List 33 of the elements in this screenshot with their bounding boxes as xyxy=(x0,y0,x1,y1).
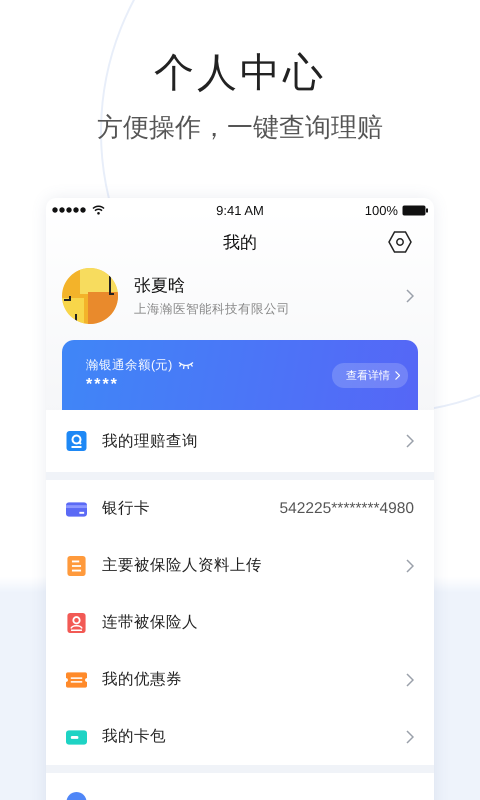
menu-label: 我的优惠券 xyxy=(102,670,183,690)
company-name: 上海瀚医智能科技有限公司 xyxy=(134,301,291,318)
person-icon xyxy=(66,612,87,632)
menu-item[interactable]: 连带被保险人 xyxy=(46,594,434,651)
status-time: 9:41 AM xyxy=(216,202,264,218)
search-icon xyxy=(66,431,87,451)
menu-item[interactable]: 银行卡 542225********4980 xyxy=(46,480,434,537)
user-name: 张夏晗 xyxy=(134,275,186,297)
menu-label: 我的理赔查询 xyxy=(102,432,199,452)
menu-label: 连带被保险人 xyxy=(102,613,199,633)
subtitle: 方便操作，一键查询理赔 xyxy=(97,111,383,144)
battery-percent: 100% xyxy=(364,202,398,218)
page-title: 我的 xyxy=(223,232,257,254)
menu-label: 主要被保险人资料上传 xyxy=(102,556,263,576)
balance-label: 瀚银通余额(元) xyxy=(86,356,172,374)
closed-eye-icon[interactable] xyxy=(178,360,194,370)
balance-amount: **** xyxy=(86,376,120,394)
chevron-icon xyxy=(406,289,414,303)
menu-item[interactable]: 我的卡包 xyxy=(46,708,434,765)
headline: 个人中心 xyxy=(154,50,326,97)
card-number: 542225********4980 xyxy=(280,500,414,518)
coupon-icon xyxy=(66,670,87,690)
wifi-icon xyxy=(92,205,105,215)
menu-label: 银行卡 xyxy=(102,499,151,519)
menu-item[interactable]: 我的优惠券 xyxy=(46,651,434,708)
menu-item[interactable]: 我的理赔查询 xyxy=(46,410,434,472)
document-icon xyxy=(66,556,87,576)
settings-icon[interactable] xyxy=(388,231,412,253)
chevron-icon xyxy=(395,370,400,380)
menu-label: 我的卡包 xyxy=(102,727,167,747)
signal-icon xyxy=(52,207,86,213)
battery-icon xyxy=(402,204,428,216)
menu-item[interactable]: 主要被保险人资料上传 xyxy=(46,537,434,594)
